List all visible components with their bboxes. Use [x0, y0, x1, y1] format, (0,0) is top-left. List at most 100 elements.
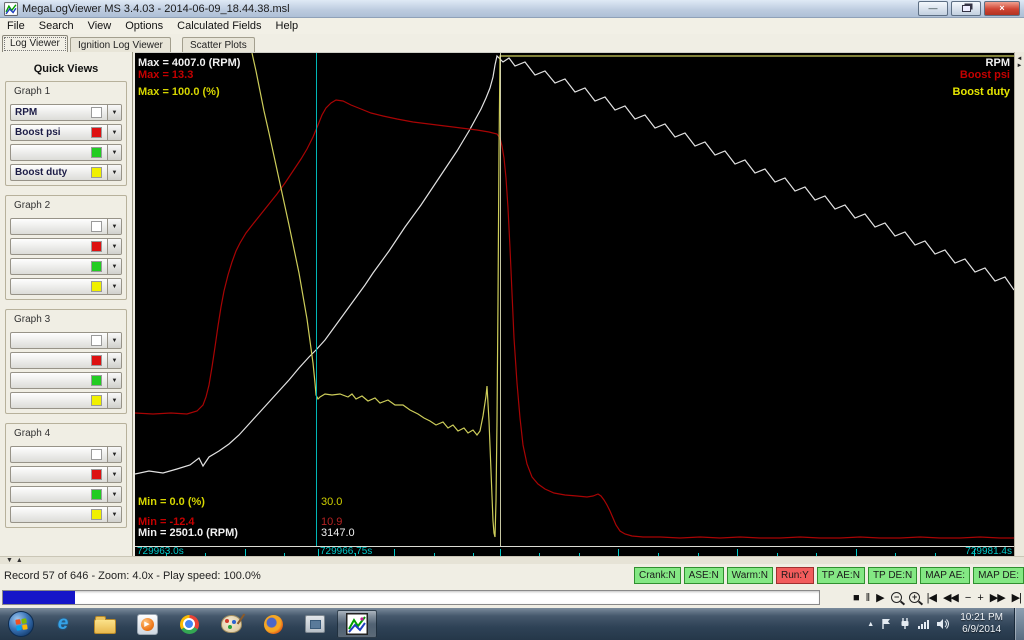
log-graph-plot[interactable]: Max = 4007.0 (RPM) Max = 13.3 Max = 100.…	[135, 52, 1014, 546]
play-button[interactable]: ▶	[876, 592, 885, 604]
taskbar-clock[interactable]: 10:21 PM 6/9/2014	[960, 612, 1003, 636]
folder-icon	[94, 615, 116, 634]
graph1-series2-dropdown[interactable]: Boost psi ▼	[10, 124, 122, 141]
chevron-down-icon[interactable]: ▼	[107, 125, 121, 140]
graph1-series4-dropdown[interactable]: Boost duty ▼	[10, 164, 122, 181]
taskbar-file-explorer-icon[interactable]	[85, 610, 125, 638]
step-forward-button[interactable]: +	[977, 592, 984, 604]
taskbar-internet-explorer-icon[interactable]: e	[43, 610, 83, 638]
series-color-swatch	[91, 489, 102, 500]
tab-log-viewer[interactable]: Log Viewer	[2, 35, 68, 53]
taskbar-megalogviewer-icon[interactable]	[337, 610, 377, 638]
chevron-down-icon[interactable]: ▼	[107, 467, 121, 482]
graph4-series2-dropdown[interactable]: ▼	[10, 466, 122, 483]
chevron-down-icon[interactable]: ▼	[107, 105, 121, 120]
graph2-series4-dropdown[interactable]: ▼	[10, 278, 122, 295]
fast-forward-button[interactable]: ▶▶	[990, 592, 1006, 604]
menu-view[interactable]: View	[81, 20, 119, 32]
collapse-left-icon[interactable]: ◄	[1015, 56, 1024, 63]
rewind-button[interactable]: ◀◀	[943, 592, 959, 604]
chevron-down-icon[interactable]: ▼	[107, 353, 121, 368]
panel-collapse-strip[interactable]: ◄ ►	[1014, 52, 1024, 556]
speaker-volume-icon[interactable]	[936, 618, 950, 630]
graph1-group: Graph 1 RPM ▼ Boost psi ▼ ▼ Boost duty ▼	[5, 81, 127, 186]
event-marker-line	[500, 53, 501, 546]
quick-views-title: Quick Views	[33, 63, 99, 75]
show-desktop-button[interactable]	[1014, 608, 1024, 640]
tab-scatter-plots[interactable]: Scatter Plots	[182, 37, 255, 53]
collapse-right-icon[interactable]: ►	[1015, 63, 1024, 70]
menu-options[interactable]: Options	[118, 20, 170, 32]
close-button[interactable]: ×	[984, 1, 1020, 16]
chevron-down-icon[interactable]: ▼	[107, 487, 121, 502]
step-back-button[interactable]: −	[965, 592, 972, 604]
chevron-down-icon[interactable]: ▼	[107, 447, 121, 462]
indicator-tp-ae: TP AE:N	[816, 567, 865, 584]
start-button[interactable]	[1, 610, 41, 638]
graph2-series2-dropdown[interactable]: ▼	[10, 238, 122, 255]
chevron-down-icon[interactable]: ▼	[107, 373, 121, 388]
utility-app-icon	[305, 615, 325, 633]
log-position-track[interactable]	[2, 590, 820, 605]
taskbar-media-player-icon[interactable]: ▶	[127, 610, 167, 638]
graph4-series3-dropdown[interactable]: ▼	[10, 486, 122, 503]
indicator-map-ae: MAP AE:	[920, 567, 971, 584]
chevron-down-icon[interactable]: ▼	[107, 393, 121, 408]
power-plug-icon[interactable]	[899, 618, 911, 630]
chevron-down-icon[interactable]: ▼	[107, 165, 121, 180]
splitter-arrows-icon[interactable]: ▼▲	[6, 557, 26, 564]
taskbar-firefox-icon[interactable]	[253, 610, 293, 638]
indicator-map-de: MAP DE:	[973, 567, 1024, 584]
graph1-series3-dropdown[interactable]: ▼	[10, 144, 122, 161]
chevron-down-icon[interactable]: ▼	[107, 259, 121, 274]
show-hidden-icons-button[interactable]: ▲	[867, 621, 874, 628]
record-status-text: Record 57 of 646 - Zoom: 4.0x - Play spe…	[4, 569, 261, 582]
zoom-out-button[interactable]: −	[890, 592, 902, 603]
graph3-series1-dropdown[interactable]: ▼	[10, 332, 122, 349]
graph2-series3-dropdown[interactable]: ▼	[10, 258, 122, 275]
pause-button[interactable]: ‖	[866, 592, 870, 604]
status-bar: Record 57 of 646 - Zoom: 4.0x - Play spe…	[0, 564, 1024, 587]
skip-start-button[interactable]: |◀	[927, 592, 937, 604]
taskbar-utility-app-icon[interactable]	[295, 610, 335, 638]
tab-ignition-log-viewer[interactable]: Ignition Log Viewer	[70, 37, 171, 53]
log-position-fill	[3, 591, 75, 604]
chevron-down-icon[interactable]: ▼	[107, 333, 121, 348]
network-signal-icon[interactable]	[918, 619, 930, 629]
chevron-down-icon[interactable]: ▼	[107, 507, 121, 522]
menu-calculated-fields[interactable]: Calculated Fields	[170, 20, 268, 32]
graph4-group: Graph 4 ▼ ▼ ▼ ▼	[5, 423, 127, 528]
megalogviewer-icon	[346, 613, 368, 635]
skip-end-button[interactable]: ▶|	[1012, 592, 1022, 604]
media-player-icon: ▶	[136, 613, 158, 635]
boost-psi-series-line	[135, 99, 1014, 539]
chrome-icon	[179, 614, 199, 634]
action-center-flag-icon[interactable]	[881, 618, 892, 630]
zoom-in-button[interactable]: +	[908, 592, 920, 603]
app-icon	[4, 1, 18, 16]
taskbar-paint-icon[interactable]	[211, 610, 251, 638]
graph2-series1-dropdown[interactable]: ▼	[10, 218, 122, 235]
graph1-series1-dropdown[interactable]: RPM ▼	[10, 104, 122, 121]
indicator-crank: Crank:N	[633, 567, 681, 584]
graph3-series4-dropdown[interactable]: ▼	[10, 392, 122, 409]
cursor-duty-value: 30.0	[321, 496, 343, 508]
graph4-series1-dropdown[interactable]: ▼	[10, 446, 122, 463]
restore-button[interactable]	[951, 1, 981, 16]
chevron-down-icon[interactable]: ▼	[107, 145, 121, 160]
data-cursor-line[interactable]	[316, 53, 317, 546]
stop-button[interactable]: ■	[853, 592, 860, 604]
menu-search[interactable]: Search	[32, 20, 81, 32]
chevron-down-icon[interactable]: ▼	[107, 279, 121, 294]
graph4-series4-dropdown[interactable]: ▼	[10, 506, 122, 523]
taskbar-chrome-icon[interactable]	[169, 610, 209, 638]
series-color-swatch	[91, 221, 102, 232]
window-titlebar[interactable]: MegaLogViewer MS 3.4.03 - 2014-06-09_18.…	[0, 0, 1024, 18]
menu-file[interactable]: File	[0, 20, 32, 32]
chevron-down-icon[interactable]: ▼	[107, 239, 121, 254]
graph3-series2-dropdown[interactable]: ▼	[10, 352, 122, 369]
minimize-button[interactable]: —	[918, 1, 948, 16]
graph3-series3-dropdown[interactable]: ▼	[10, 372, 122, 389]
chevron-down-icon[interactable]: ▼	[107, 219, 121, 234]
menu-help[interactable]: Help	[269, 20, 306, 32]
